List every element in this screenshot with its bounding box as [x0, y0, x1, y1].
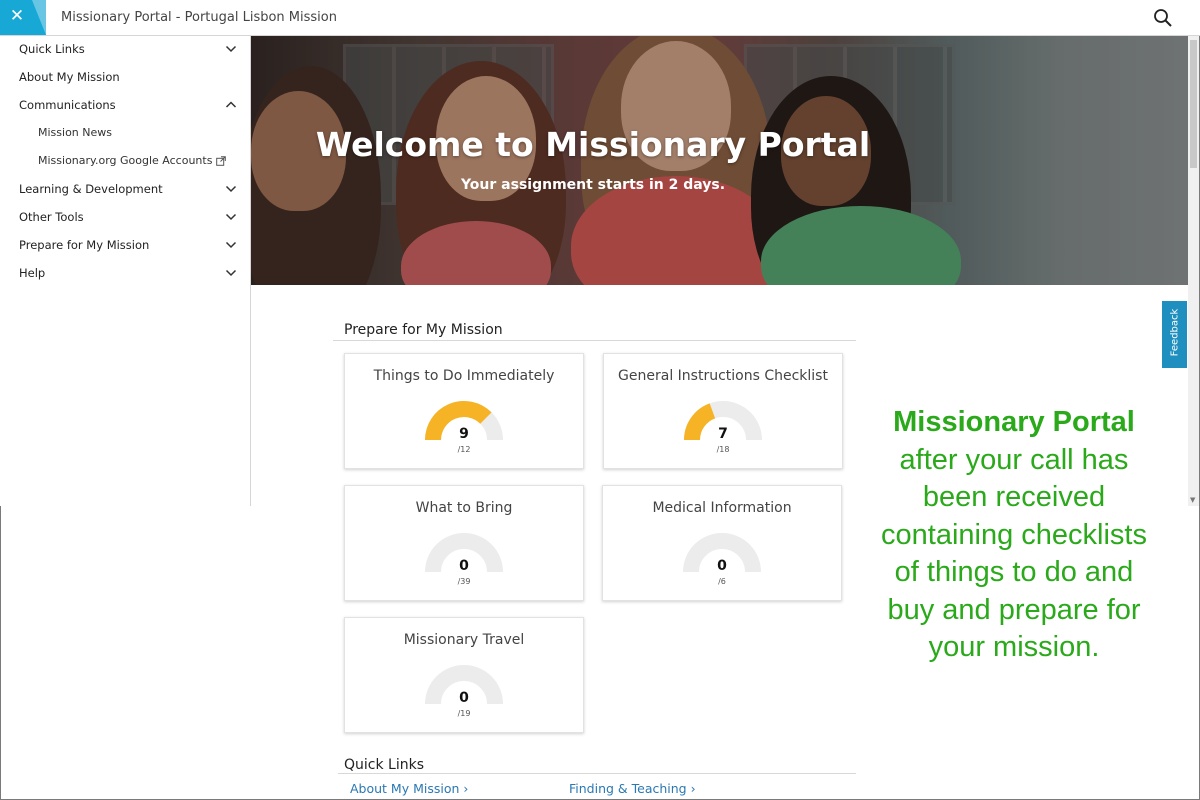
gauge-total: /6 — [718, 577, 726, 586]
gauge-total: /39 — [457, 577, 471, 586]
caption-text: Missionary Portal after your call has bee… — [868, 404, 1160, 667]
sidebar-item-label: Communications — [19, 98, 116, 112]
chevron-up-icon — [225, 101, 237, 108]
sidebar-item-label: Help — [19, 266, 46, 280]
section-divider — [333, 340, 856, 341]
sidebar-item-label: Prepare for My Mission — [19, 238, 150, 252]
sidebar-item-learning-development[interactable]: Learning & Development — [0, 177, 250, 201]
caption-bold: Missionary Portal — [893, 406, 1135, 438]
sidebar-item-label: Mission News — [38, 126, 112, 139]
checklist-card-things-to-do[interactable]: Things to Do Immediately 9 /12 — [344, 353, 584, 469]
sidebar-item-quick-links[interactable]: Quick Links — [0, 37, 250, 61]
search-button[interactable] — [1152, 7, 1176, 29]
sidebar-item-communications[interactable]: Communications — [0, 93, 250, 117]
chevron-down-icon — [225, 185, 237, 193]
hero-subtitle: Your assignment starts in 2 days. — [460, 177, 726, 193]
gauge-count: 9 — [459, 426, 469, 442]
gauge-total: /19 — [457, 709, 471, 718]
checklist-card-general-instructions[interactable]: General Instructions Checklist 7 /18 — [603, 353, 843, 469]
hero-banner: Welcome to Missionary Portal Your assign… — [251, 36, 1188, 285]
gauge-count: 7 — [718, 426, 728, 442]
sidebar-item-label: Other Tools — [19, 210, 84, 224]
sidebar-item-label: Quick Links — [19, 42, 85, 56]
scrollbar-thumb[interactable] — [1190, 40, 1197, 168]
card-title: Medical Information — [652, 500, 792, 516]
search-icon — [1154, 9, 1172, 27]
sidebar-item-google-accounts[interactable]: Missionary.org Google Accounts — [0, 149, 250, 173]
top-bar: ✕ Missionary Portal - Portugal Lisbon Mi… — [0, 0, 1200, 36]
quick-link-about-my-mission[interactable]: About My Mission › — [350, 781, 468, 796]
sidebar-item-help[interactable]: Help — [0, 261, 250, 285]
chevron-down-icon — [225, 45, 237, 53]
sidebar-item-about-my-mission[interactable]: About My Mission — [0, 65, 250, 89]
section-title-prepare: Prepare for My Mission — [344, 322, 503, 338]
external-link-icon — [216, 156, 227, 166]
feedback-tab[interactable]: Feedback — [1162, 301, 1187, 368]
sidebar-item-other-tools[interactable]: Other Tools — [0, 205, 250, 229]
scroll-down-arrow-icon[interactable]: ▼ — [1190, 496, 1195, 504]
sidebar-item-prepare-for-my-mission[interactable]: Prepare for My Mission — [0, 233, 250, 257]
app-title: Missionary Portal - Portugal Lisbon Miss… — [61, 10, 337, 25]
section-divider — [338, 773, 856, 774]
gauge-count: 0 — [717, 558, 727, 574]
close-tab-fold — [32, 0, 46, 35]
checklist-card-medical-information[interactable]: Medical Information 0 /6 — [602, 485, 842, 601]
gauge-total: /12 — [457, 445, 471, 454]
card-title: What to Bring — [415, 500, 513, 516]
section-title-quick-links: Quick Links — [344, 757, 425, 773]
page-scrollbar[interactable]: ▼ — [1188, 36, 1199, 506]
caption-body: after your call has been received contai… — [881, 443, 1147, 664]
gauge-total: /18 — [716, 445, 730, 454]
card-title: General Instructions Checklist — [618, 368, 828, 384]
sidebar-item-label: Missionary.org Google Accounts — [38, 154, 227, 167]
sidebar-item-mission-news[interactable]: Mission News — [0, 121, 250, 145]
close-icon: ✕ — [9, 6, 25, 26]
checklist-card-what-to-bring[interactable]: What to Bring 0 /39 — [344, 485, 584, 601]
checklist-card-missionary-travel[interactable]: Missionary Travel 0 /19 — [344, 617, 584, 733]
card-title: Missionary Travel — [403, 632, 525, 648]
gauge-count: 0 — [459, 690, 469, 706]
sidebar-nav: Quick Links About My Mission Communicati… — [0, 36, 251, 506]
sidebar-item-label-text: Missionary.org Google Accounts — [38, 154, 213, 167]
close-menu-button[interactable]: ✕ — [0, 0, 46, 35]
sidebar-item-label: Learning & Development — [19, 182, 163, 196]
chevron-down-icon — [225, 241, 237, 249]
chevron-down-icon — [225, 213, 237, 221]
hero-title: Welcome to Missionary Portal — [315, 125, 871, 164]
feedback-label: Feedback — [1169, 308, 1181, 357]
card-title: Things to Do Immediately — [373, 368, 555, 384]
gauge-count: 0 — [459, 558, 469, 574]
chevron-down-icon — [225, 269, 237, 277]
quick-link-finding-teaching[interactable]: Finding & Teaching › — [569, 781, 696, 796]
sidebar-item-label: About My Mission — [19, 70, 120, 84]
